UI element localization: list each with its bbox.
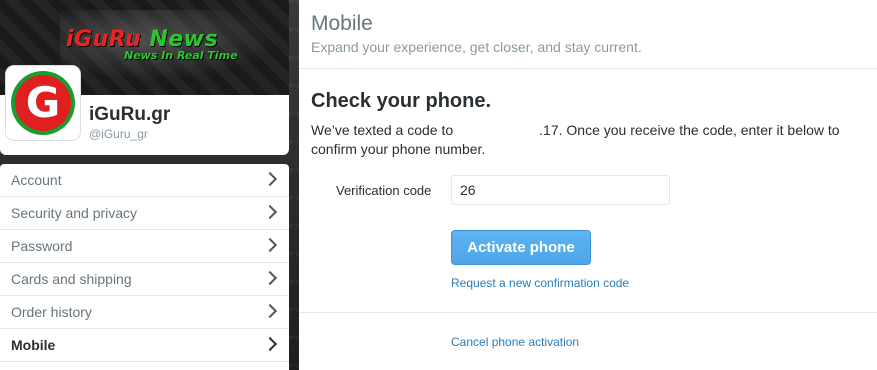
profile-name[interactable]: iGuRu.gr [89, 104, 170, 126]
avatar-logo-icon: G [15, 75, 71, 131]
sidebar-item-security-and-privacy[interactable]: Security and privacy [0, 197, 289, 230]
sidebar-item-mobile[interactable]: Mobile [0, 329, 289, 362]
banner-tagline: News In Real Time [124, 49, 238, 62]
sidebar-item-cards-and-shipping[interactable]: Cards and shipping [0, 263, 289, 296]
settings-nav: Account Security and privacy Password Ca… [0, 164, 289, 370]
sidebar-item-label: Cards and shipping [11, 271, 132, 287]
page-title: Mobile [311, 12, 373, 35]
cancel-activation-link[interactable]: Cancel phone activation [451, 335, 579, 349]
avatar-ring: G [11, 71, 75, 135]
profile-card: iGuRu News News In Real Time G iGuRu.gr … [0, 0, 289, 155]
sidebar-item-order-history[interactable]: Order history [0, 296, 289, 329]
sidebar-item-password[interactable]: Password [0, 230, 289, 263]
chevron-right-icon [262, 270, 278, 286]
chevron-right-icon [262, 237, 278, 253]
sidebar-item-label: Security and privacy [11, 205, 138, 221]
profile-handle[interactable]: @iGuru_gr [89, 127, 148, 141]
banner-logo: iGuRu News News In Real Time [66, 27, 238, 62]
verification-code-label: Verification code [336, 183, 432, 198]
activate-phone-button[interactable]: Activate phone [451, 230, 591, 265]
avatar[interactable]: G [6, 66, 80, 140]
main-header: Mobile Expand your experience, get close… [299, 0, 877, 69]
chevron-right-icon [262, 204, 278, 220]
sidebar-item-label: Password [11, 238, 73, 254]
chevron-right-icon [262, 303, 278, 319]
page-subtitle: Expand your experience, get closer, and … [311, 39, 642, 55]
instructions-text: We’ve texted a code to .17. Once you rece… [311, 121, 861, 159]
chevron-right-icon [262, 171, 278, 187]
chevron-right-icon [262, 336, 278, 352]
section-title: Check your phone. [311, 90, 492, 112]
sidebar-item-label: Mobile [11, 337, 56, 353]
divider [299, 312, 877, 313]
main-panel: Mobile Expand your experience, get close… [299, 0, 877, 370]
sidebar-item-account[interactable]: Account [0, 164, 289, 197]
sidebar-item-label: Order history [11, 304, 92, 320]
sidebar-item-label: Account [11, 172, 62, 188]
request-new-code-link[interactable]: Request a new confirmation code [451, 276, 629, 290]
verification-code-input[interactable] [451, 175, 670, 205]
instructions-before: We’ve texted a code to [311, 122, 454, 138]
